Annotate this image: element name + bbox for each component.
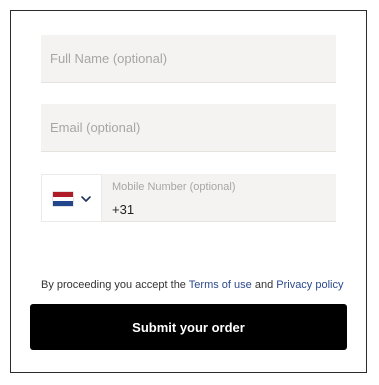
email-field[interactable] <box>41 104 336 152</box>
consent-prefix: By proceeding you accept the <box>41 279 186 291</box>
email-input[interactable] <box>41 104 336 151</box>
privacy-policy-link[interactable]: Privacy policy <box>276 279 343 291</box>
netherlands-flag-icon <box>53 192 73 207</box>
country-code-selector[interactable] <box>41 174 102 222</box>
mobile-number-field[interactable]: Mobile Number (optional) <box>41 174 336 222</box>
full-name-input[interactable] <box>41 35 336 82</box>
consent-conjunction: and <box>254 279 274 291</box>
terms-of-use-link[interactable]: Terms of use <box>189 279 252 291</box>
submit-order-button[interactable]: Submit your order <box>30 304 347 350</box>
full-name-field[interactable] <box>41 35 336 83</box>
consent-text: By proceeding you accept the Terms of us… <box>41 279 344 291</box>
chevron-down-icon <box>81 196 91 202</box>
mobile-number-label: Mobile Number (optional) <box>112 181 236 193</box>
mobile-number-input[interactable] <box>110 199 324 219</box>
